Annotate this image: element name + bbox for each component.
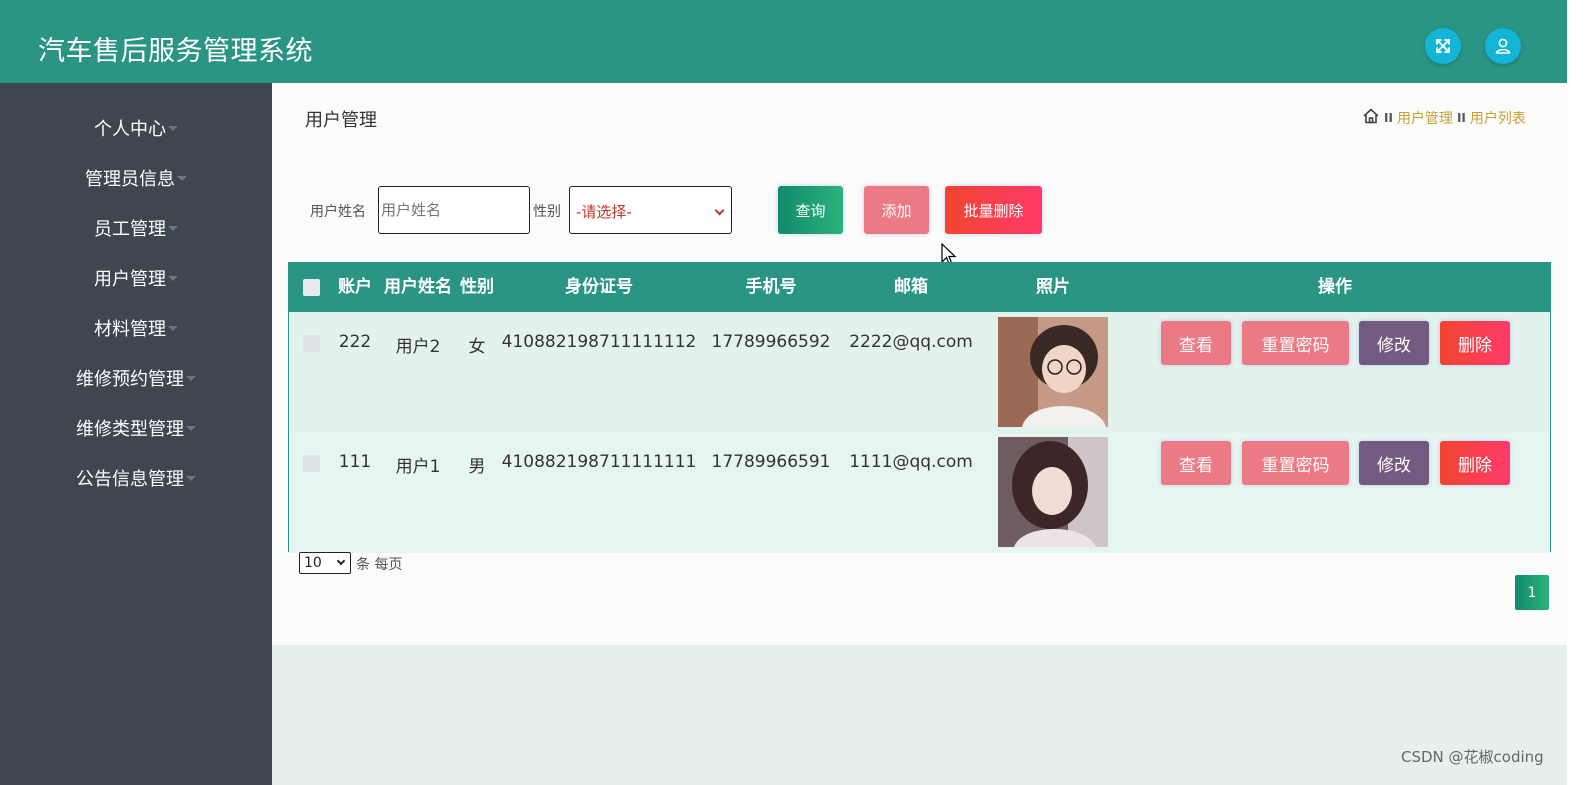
breadcrumb-user-list[interactable]: 用户列表 [1470,108,1526,128]
phone-cell: 17789966591 [711,452,831,472]
gender-cell: 女 [468,337,486,357]
caret-down-icon [168,325,178,331]
user-table: 账户 用户姓名 性别 身份证号 手机号 邮箱 照片 操作 222 用户2 女 4… [288,262,1551,553]
account-cell: 222 [338,332,372,352]
per-page-label: 条 每页 [356,557,403,573]
sidebar-item-label: 材料管理 [94,319,166,340]
query-button[interactable]: 查询 [778,186,843,234]
name-search-input[interactable] [378,186,530,234]
email-cell: 1111@qq.com [849,452,973,472]
table-row: 111 用户1 男 410882198711111111 17789966591… [289,433,1550,553]
name-cell: 用户2 [395,337,441,357]
chevron-down-icon [336,556,346,566]
email-cell: 2222@qq.com [849,332,973,352]
page-title: 用户管理 [305,110,377,131]
delete-button[interactable]: 删除 [1440,321,1510,365]
name-search-label: 用户姓名 [310,204,366,220]
view-button[interactable]: 查看 [1161,441,1231,485]
app-title: 汽车售后服务管理系统 [38,36,313,67]
name-cell: 用户1 [395,457,441,477]
phone-cell: 17789966592 [711,332,831,352]
breadcrumb-user-management[interactable]: 用户管理 [1397,108,1453,128]
column-header: 性别 [460,277,494,297]
fullscreen-icon[interactable] [1425,28,1461,64]
account-cell: 111 [338,452,372,472]
sidebar-item-label: 管理员信息 [85,169,175,190]
id-number-cell: 410882198711111111 [501,452,697,472]
gender-select[interactable]: -请选择- [569,186,732,234]
column-header: 用户姓名 [384,277,452,297]
home-icon[interactable] [1362,107,1380,129]
reset-password-button[interactable]: 重置密码 [1242,441,1349,485]
page-edge-strip [1567,0,1589,785]
sidebar-item-material[interactable]: 材料管理 [0,315,272,345]
batch-delete-button[interactable]: 批量删除 [945,186,1042,234]
caret-down-icon [177,175,187,181]
edit-button[interactable]: 修改 [1359,321,1429,365]
id-number-cell: 410882198711111112 [501,332,697,352]
sidebar-item-label: 个人中心 [94,119,166,140]
user-photo[interactable] [998,437,1108,547]
table-header: 账户 用户姓名 性别 身份证号 手机号 邮箱 照片 操作 [289,263,1550,312]
sidebar: 个人中心 管理员信息 员工管理 用户管理 材料管理 维修预约管理 维修类型管理 … [0,83,272,785]
column-header: 身份证号 [565,277,633,297]
column-header: 照片 [1036,277,1070,297]
caret-down-icon [186,475,196,481]
sidebar-item-repair-type[interactable]: 维修类型管理 [0,415,272,445]
add-button[interactable]: 添加 [864,186,929,234]
column-header: 手机号 [745,277,797,297]
column-header: 邮箱 [894,277,928,297]
edit-button[interactable]: 修改 [1359,441,1429,485]
watermark: CSDN @花椒coding [1401,748,1544,766]
breadcrumb: II 用户管理 II 用户列表 [1362,107,1526,129]
per-page-select[interactable]: 10 [299,552,351,574]
sidebar-item-label: 公告信息管理 [76,469,184,490]
page-button-current[interactable]: 1 [1515,575,1549,610]
reset-password-button[interactable]: 重置密码 [1242,321,1349,365]
sidebar-item-admin-info[interactable]: 管理员信息 [0,165,272,195]
gender-select-value: -请选择- [576,203,632,221]
breadcrumb-separator: II [1456,111,1466,125]
chevron-down-icon [714,205,725,216]
user-photo[interactable] [998,317,1108,427]
row-checkbox[interactable] [303,455,320,472]
delete-button[interactable]: 删除 [1440,441,1510,485]
top-header: 汽车售后服务管理系统 [0,0,1567,83]
table-row: 222 用户2 女 410882198711111112 17789966592… [289,313,1550,433]
select-all-checkbox[interactable] [303,279,320,296]
sidebar-item-label: 用户管理 [94,269,166,290]
per-page-value: 10 [304,555,322,571]
sidebar-item-user[interactable]: 用户管理 [0,265,272,295]
row-checkbox[interactable] [303,335,320,352]
column-header: 操作 [1318,277,1352,297]
sidebar-item-notice[interactable]: 公告信息管理 [0,465,272,495]
caret-down-icon [168,275,178,281]
gender-label: 性别 [533,204,561,220]
gender-cell: 男 [468,457,486,477]
sidebar-item-repair-booking[interactable]: 维修预约管理 [0,365,272,395]
breadcrumb-separator: II [1384,111,1393,125]
view-button[interactable]: 查看 [1161,321,1231,365]
user-icon[interactable] [1485,28,1521,64]
sidebar-item-label: 维修类型管理 [76,419,184,440]
caret-down-icon [186,375,196,381]
caret-down-icon [168,225,178,231]
sidebar-item-personal-center[interactable]: 个人中心 [0,115,272,145]
caret-down-icon [186,425,196,431]
sidebar-item-employee[interactable]: 员工管理 [0,215,272,245]
sidebar-item-label: 维修预约管理 [76,369,184,390]
caret-down-icon [168,125,178,131]
column-header: 账户 [338,277,372,297]
sidebar-item-label: 员工管理 [94,219,166,240]
